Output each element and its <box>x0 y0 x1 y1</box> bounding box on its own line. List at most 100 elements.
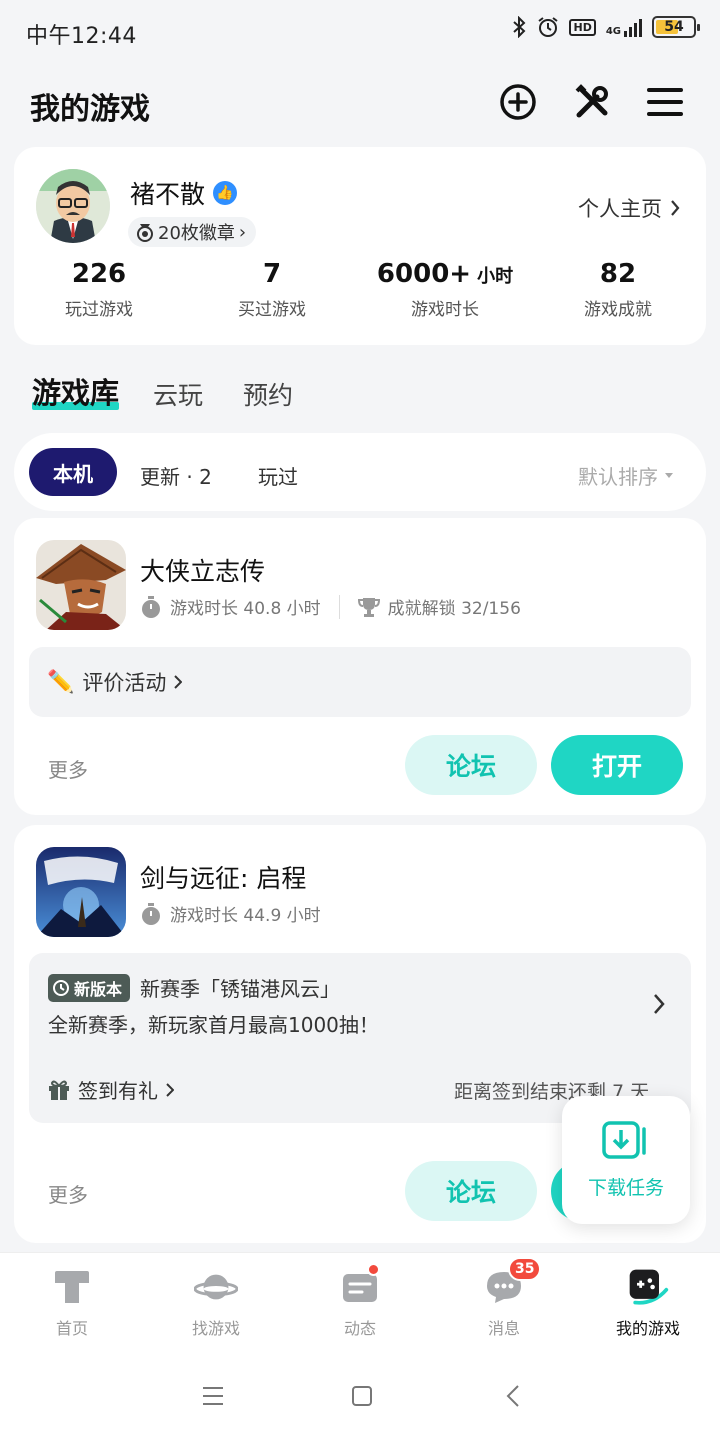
bluetooth-icon <box>513 16 526 38</box>
forum-button[interactable]: 论坛 <box>405 735 537 795</box>
game-icon[interactable] <box>36 540 126 630</box>
chevron-right-icon: › <box>238 221 247 243</box>
stat-value: 6000+ <box>376 259 472 289</box>
stat-label: 游戏时长 <box>411 300 479 320</box>
nav-my-games[interactable]: 我的游戏 <box>576 1265 720 1339</box>
sort-label: 默认排序 <box>578 465 658 489</box>
nav-home[interactable]: 首页 <box>0 1265 144 1339</box>
nav-label: 找游戏 <box>191 1319 240 1338</box>
tools-button[interactable] <box>572 82 612 122</box>
username-text: 褚不散 <box>130 180 206 209</box>
chevron-right-icon <box>166 1082 174 1097</box>
game-card: 大侠立志传 游戏时长 40.8 小时 成就解锁 32/156 ✏️ 评价活动 更… <box>14 518 706 815</box>
nav-messages[interactable]: 35 消息 <box>432 1257 576 1339</box>
hd-icon: HD <box>569 18 596 36</box>
game-icon[interactable] <box>36 847 126 937</box>
verified-icon: 👍 <box>213 181 238 205</box>
system-nav-bar <box>0 1352 720 1439</box>
stat-bought[interactable]: 7 买过游戏 <box>187 259 357 320</box>
new-version-tag: 新版本 <box>48 973 131 1002</box>
home-icon <box>50 1265 94 1309</box>
game-name[interactable]: 大侠立志传 <box>140 552 265 588</box>
back-icon[interactable] <box>506 1384 520 1408</box>
nav-label: 首页 <box>55 1319 88 1338</box>
add-circle-icon <box>500 84 536 120</box>
avatar[interactable] <box>36 169 110 243</box>
notification-dot <box>367 1263 380 1276</box>
stat-value: 7 <box>262 259 282 289</box>
nav-label: 动态 <box>343 1319 376 1338</box>
chevron-right-icon <box>174 675 183 689</box>
battery-icon: 54 <box>652 16 700 38</box>
signin-link[interactable]: 签到有礼 <box>48 1075 174 1104</box>
badges-link[interactable]: 20枚徽章 › <box>128 217 257 247</box>
version-title: 新赛季「锈锚港风云」 <box>140 977 341 1001</box>
chevron-right-icon <box>671 200 680 216</box>
alarm-icon <box>538 17 559 37</box>
menu-button[interactable] <box>645 82 685 122</box>
chevron-right-icon <box>654 994 665 1014</box>
homepage-link[interactable]: 个人主页 <box>578 193 680 223</box>
stat-played[interactable]: 226 玩过游戏 <box>14 259 184 320</box>
filter-played[interactable]: 玩过 <box>258 461 298 490</box>
recents-icon[interactable] <box>202 1386 224 1406</box>
playtime: 游戏时长 40.8 小时 <box>170 599 321 619</box>
caret-down-icon <box>665 472 673 478</box>
planet-icon <box>194 1265 238 1309</box>
signal-icon: 4G <box>606 17 642 37</box>
badges-count: 20枚徽章 <box>158 223 235 244</box>
tools-icon <box>575 84 608 118</box>
meta-divider <box>338 594 340 619</box>
tab-library[interactable]: 游戏库 <box>32 370 120 412</box>
page-title: 我的游戏 <box>30 92 150 127</box>
open-button[interactable]: 打开 <box>551 735 683 795</box>
homepage-label: 个人主页 <box>578 197 662 221</box>
version-header: 新版本 新赛季「锈锚港风云」 <box>48 973 340 1002</box>
game-name[interactable]: 剑与远征: 启程 <box>140 859 306 895</box>
filter-bar: 本机 更新 · 2 玩过 默认排序 <box>14 433 706 511</box>
filter-local[interactable]: 本机 <box>29 448 117 496</box>
refresh-icon <box>53 979 69 996</box>
download-tasks-button[interactable]: 下载任务 <box>562 1096 690 1224</box>
promo-label: 评价活动 <box>82 671 167 695</box>
sort-dropdown[interactable]: 默认排序 <box>578 461 674 490</box>
status-time: 中午12:44 <box>26 24 137 49</box>
tab-cloud[interactable]: 云玩 <box>153 376 203 412</box>
username: 褚不散 👍 <box>130 175 238 211</box>
nav-find-games[interactable]: 找游戏 <box>144 1265 288 1339</box>
bottom-nav: 首页 找游戏 动态 35 消息 我的游戏 <box>0 1252 720 1352</box>
stat-unit: 小时 <box>477 266 514 287</box>
nav-label: 我的游戏 <box>615 1319 680 1338</box>
signin-label: 签到有礼 <box>78 1079 158 1103</box>
more-button[interactable]: 更多 <box>48 1179 88 1208</box>
nav-feed[interactable]: 动态 <box>288 1263 432 1339</box>
feed-icon <box>338 1263 382 1309</box>
review-activity-link[interactable]: ✏️ 评价活动 <box>29 647 691 717</box>
stat-label: 买过游戏 <box>238 300 306 320</box>
stat-value: 82 <box>599 259 637 289</box>
stat-achievements[interactable]: 82 游戏成就 <box>533 259 703 320</box>
filter-updates[interactable]: 更新 · 2 <box>140 461 212 490</box>
add-button[interactable] <box>498 82 538 122</box>
gamepad-icon <box>626 1265 670 1309</box>
home-square-icon[interactable] <box>351 1385 373 1407</box>
stopwatch-icon <box>142 902 160 925</box>
more-button[interactable]: 更多 <box>48 754 88 783</box>
stat-value: 226 <box>71 259 127 289</box>
pencil-icon: ✏️ <box>47 669 75 695</box>
medal-icon <box>137 224 153 242</box>
trophy-icon <box>357 597 380 617</box>
gift-icon <box>49 1080 69 1100</box>
game-meta: 游戏时长 40.8 小时 成就解锁 32/156 <box>140 594 521 619</box>
download-tasks-label: 下载任务 <box>587 1176 664 1199</box>
stopwatch-icon <box>142 595 160 618</box>
playtime: 游戏时长 44.9 小时 <box>170 906 321 926</box>
forum-button[interactable]: 论坛 <box>405 1161 537 1221</box>
nav-label: 消息 <box>487 1319 520 1338</box>
tab-reservations[interactable]: 预约 <box>243 376 293 412</box>
message-icon: 35 <box>482 1257 542 1309</box>
stat-playtime[interactable]: 6000+ 小时 游戏时长 <box>360 259 530 320</box>
status-icons: HD 4G 54 <box>511 16 700 38</box>
stat-label: 游戏成就 <box>584 300 652 320</box>
profile-card: 褚不散 👍 20枚徽章 › 个人主页 226 玩过游戏 7 买过游戏 6000+… <box>14 147 706 345</box>
